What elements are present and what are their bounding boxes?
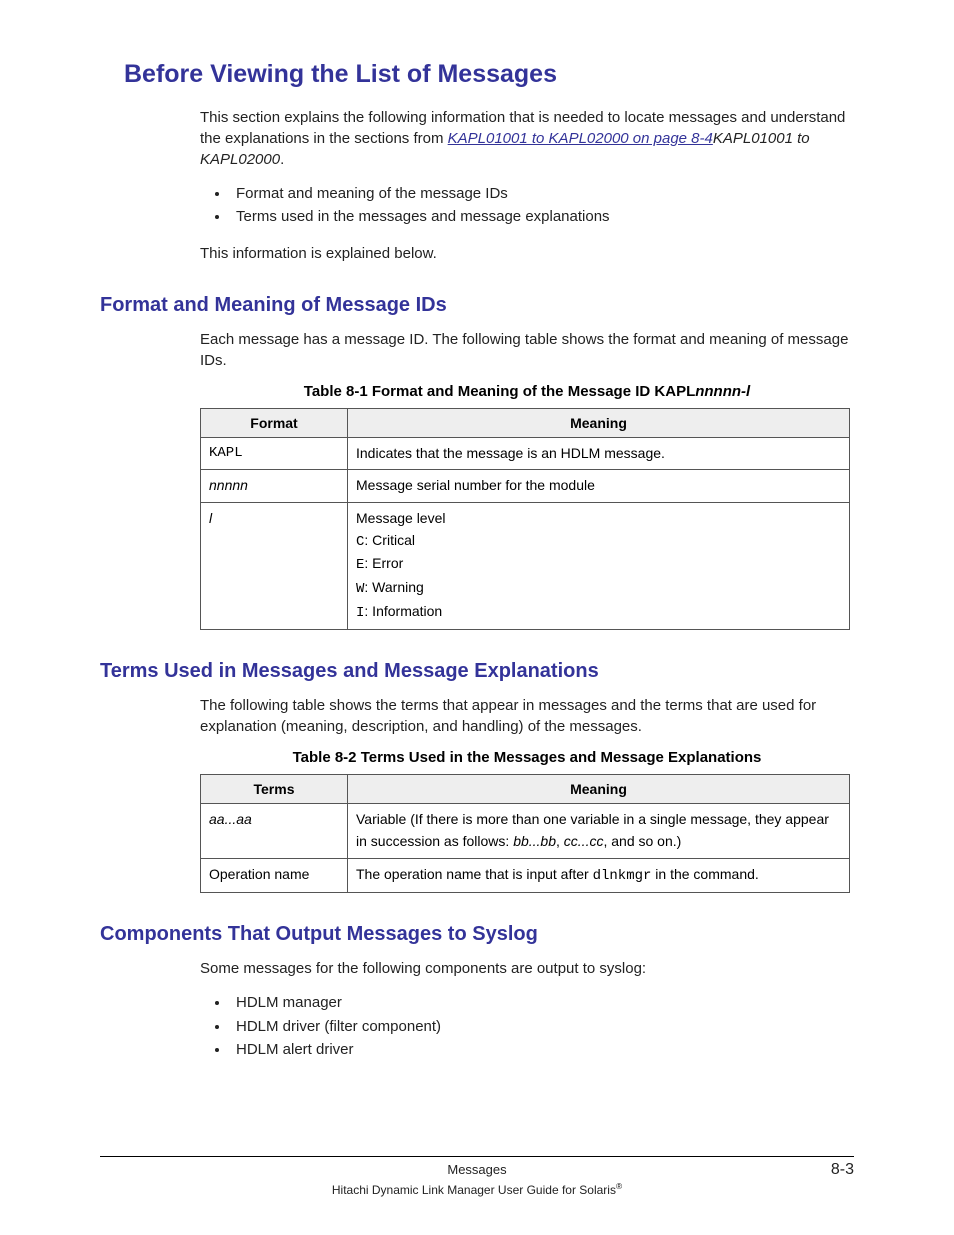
heading-terms-used: Terms Used in Messages and Message Expla… [100, 660, 854, 683]
list-item: Format and meaning of the message IDs [230, 182, 854, 205]
heading-components-syslog: Components That Output Messages to Syslo… [100, 923, 854, 946]
list-item: HDLM driver (filter component) [230, 1015, 854, 1038]
msg-level-label: Message level [356, 510, 446, 526]
footer-center-text: Messages [160, 1162, 794, 1177]
list-item: HDLM manager [230, 991, 854, 1014]
table-row: KAPL Indicates that the message is an HD… [201, 437, 850, 470]
link-kapl-range[interactable]: KAPL01001 to KAPL02000 on page 8-4 [448, 130, 713, 147]
table-format-meaning: Format Meaning KAPL Indicates that the m… [200, 408, 850, 631]
page-footer: Messages 8-3 Hitachi Dynamic Link Manage… [100, 1156, 854, 1197]
intro-paragraph-1: This section explains the following info… [200, 107, 854, 170]
table-header-row: Format Meaning [201, 408, 850, 437]
section2-paragraph: The following table shows the terms that… [200, 695, 854, 737]
table-terms-used: Terms Meaning aa...aa Variable (If there… [200, 774, 850, 893]
table-row: nnnnn Message serial number for the modu… [201, 470, 850, 503]
r2-code: dlnkmgr [593, 868, 652, 884]
cell-meaning: Indicates that the message is an HDLM me… [348, 437, 850, 470]
table2-caption: Table 8-2 Terms Used in the Messages and… [200, 749, 854, 766]
level-text-e: : Error [364, 555, 403, 571]
r2-meaning-pre: The operation name that is input after [356, 866, 593, 882]
table1-caption-pre: Table 8-1 Format and Meaning of the Mess… [304, 383, 695, 400]
intro-paragraph-2: This information is explained below. [200, 243, 854, 264]
footer-line2-text: Hitachi Dynamic Link Manager User Guide … [332, 1183, 616, 1197]
list-item: Terms used in the messages and message e… [230, 205, 854, 228]
cell-meaning: Message serial number for the module [348, 470, 850, 503]
level-text-i: : Information [364, 603, 442, 619]
th-format: Format [201, 408, 348, 437]
intro-para1-post-plain: . [280, 151, 284, 168]
table-row: Operation name The operation name that i… [201, 858, 850, 893]
table1-caption-ital: nnnnn-l [695, 383, 750, 400]
cell-format: KAPL [201, 437, 348, 470]
r2-post: in the command. [651, 866, 758, 882]
heading-main: Before Viewing the List of Messages [124, 60, 854, 89]
list-item: HDLM alert driver [230, 1038, 854, 1061]
level-text-c: : Critical [364, 532, 415, 548]
intro-bullet-list: Format and meaning of the message IDs Te… [200, 182, 854, 229]
heading-format-meaning: Format and Meaning of Message IDs [100, 294, 854, 317]
section3-paragraph: Some messages for the following componen… [200, 958, 854, 979]
cell-meaning: The operation name that is input after d… [348, 858, 850, 893]
cell-term: Operation name [201, 858, 348, 893]
section1-paragraph: Each message has a message ID. The follo… [200, 329, 854, 371]
cell-format: nnnnn [201, 470, 348, 503]
table-row: aa...aa Variable (If there is more than … [201, 804, 850, 858]
cell-term: aa...aa [201, 804, 348, 858]
table1-caption: Table 8-1 Format and Meaning of the Mess… [200, 383, 854, 400]
r1-i2: cc...cc [564, 833, 604, 849]
table-row: l Message level C: Critical E: Error W: … [201, 502, 850, 629]
r1-i1: bb...bb [513, 833, 556, 849]
registered-mark: ® [616, 1181, 622, 1191]
cell-format: l [201, 502, 348, 629]
th-terms: Terms [201, 775, 348, 804]
footer-page-number: 8-3 [794, 1161, 854, 1179]
footer-doc-title: Hitachi Dynamic Link Manager User Guide … [100, 1181, 854, 1197]
th-meaning: Meaning [348, 775, 850, 804]
r1-post: , and so on.) [603, 833, 681, 849]
r1-mid: , [556, 833, 564, 849]
level-text-w: : Warning [364, 579, 423, 595]
cell-meaning: Message level C: Critical E: Error W: Wa… [348, 502, 850, 629]
table-header-row: Terms Meaning [201, 775, 850, 804]
section3-bullet-list: HDLM manager HDLM driver (filter compone… [200, 991, 854, 1061]
cell-meaning: Variable (If there is more than one vari… [348, 804, 850, 858]
th-meaning: Meaning [348, 408, 850, 437]
